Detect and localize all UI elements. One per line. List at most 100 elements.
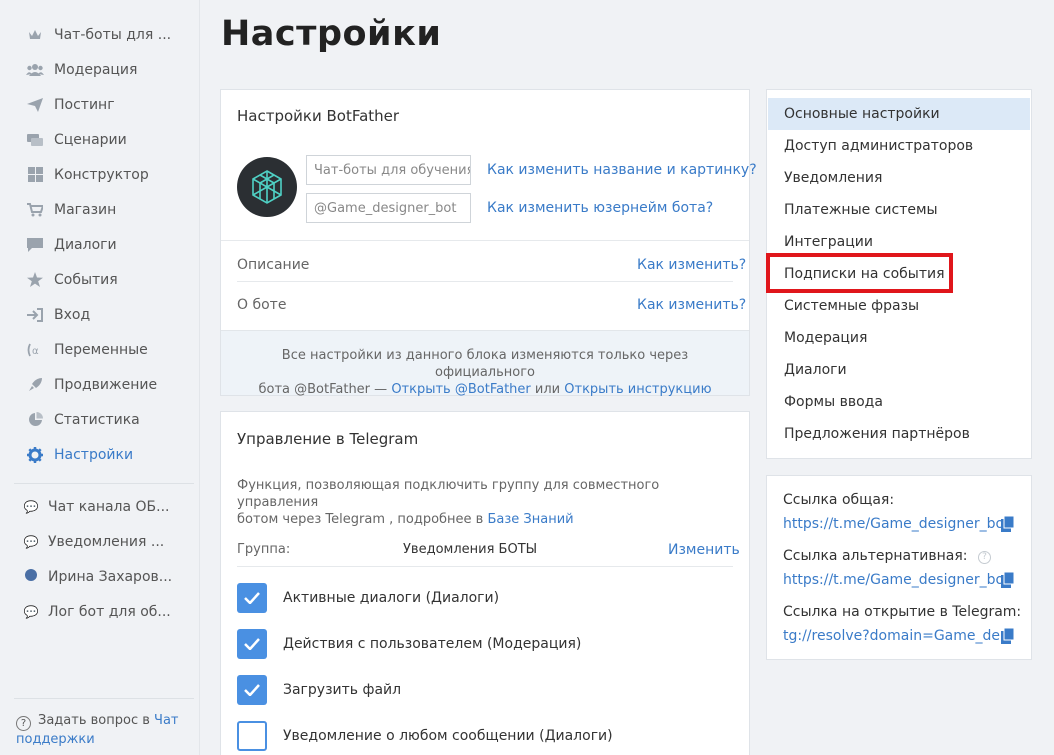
copy-icon[interactable] <box>1001 572 1015 588</box>
telegram-link-url[interactable]: tg://resolve?domain=Game_de... <box>783 628 1013 644</box>
group-label: Группа: <box>237 542 291 557</box>
description-change-link[interactable]: Как изменить? <box>637 257 746 273</box>
sidebar-item-events[interactable]: События <box>0 262 199 297</box>
crown-icon <box>25 26 45 44</box>
sidebar-item-label: Чат-боты для ... <box>54 26 172 43</box>
checkbox-label: Уведомление о любом сообщении (Диалоги) <box>283 728 613 744</box>
change-name-link[interactable]: Как изменить название и картинку? <box>487 162 757 178</box>
sidebar-chat-item[interactable]: Ирина Захаров... <box>0 559 199 594</box>
menu-item-partner-offers[interactable]: Предложения партнёров <box>768 418 1030 450</box>
sidebar-chat-item[interactable]: 💬 Уведомления ... <box>0 524 199 559</box>
description-label: Описание <box>237 257 310 273</box>
checkbox-active-dialogs[interactable]: Активные диалоги (Диалоги) <box>237 583 499 613</box>
checkbox-label: Загрузить файл <box>283 682 402 698</box>
menu-item-notifications[interactable]: Уведомления <box>768 162 1030 194</box>
grid-icon <box>25 166 45 184</box>
help-circle-icon[interactable]: ? <box>977 550 991 564</box>
sidebar-item-constructor[interactable]: Конструктор <box>0 157 199 192</box>
knowledge-base-link[interactable]: Базе Знаний <box>487 512 573 527</box>
note-text: бота @BotFather — <box>258 382 388 397</box>
chat-bubble-icon <box>25 236 45 254</box>
alt-link-url[interactable]: https://t.me/Game_designer_bot <box>783 572 1010 588</box>
sidebar-item-variables[interactable]: α Переменные <box>0 332 199 367</box>
alt-link-label: Ссылка альтернативная: ? <box>783 548 991 564</box>
group-value: Уведомления БОТЫ <box>403 542 538 557</box>
note-line-2: бота @BotFather — Открыть @BotFather или… <box>235 381 735 398</box>
sidebar-divider <box>14 483 194 484</box>
sidebar-item-bots[interactable]: Чат-боты для ... <box>0 17 199 52</box>
change-username-link[interactable]: Как изменить юзернейм бота? <box>487 200 713 216</box>
highlight-box <box>766 253 953 293</box>
help-text: Задать вопрос в <box>38 713 150 728</box>
sidebar-chat-item[interactable]: 💬 Чат канала ОБ... <box>0 489 199 524</box>
bot-avatar <box>237 157 297 217</box>
general-link-url[interactable]: https://t.me/Game_designer_bot <box>783 516 1010 532</box>
divider <box>221 240 749 241</box>
sidebar-item-dialogs[interactable]: Диалоги <box>0 227 199 262</box>
pie-chart-icon <box>25 411 45 429</box>
variable-icon: α <box>25 341 45 359</box>
sidebar-item-settings[interactable]: Настройки <box>0 437 199 472</box>
sidebar-item-scenarios[interactable]: Сценарии <box>0 122 199 157</box>
copy-icon[interactable] <box>1001 516 1015 532</box>
checkmark-icon <box>244 592 260 604</box>
bot-username-input[interactable]: @Game_designer_bot <box>306 193 471 223</box>
sidebar-item-moderation[interactable]: Модерация <box>0 52 199 87</box>
bot-name-input[interactable]: Чат-боты для обучения <box>306 155 471 185</box>
menu-item-input-forms[interactable]: Формы ввода <box>768 386 1030 418</box>
sidebar-item-label: Продвижение <box>54 376 158 393</box>
users-icon <box>25 61 45 79</box>
checkbox-checked[interactable] <box>237 629 267 659</box>
help-section: ? Задать вопрос в Чат поддержки <box>16 712 191 748</box>
menu-item-moderation[interactable]: Модерация <box>768 322 1030 354</box>
about-change-link[interactable]: Как изменить? <box>637 297 746 313</box>
note-line-1: Все настройки из данного блока изменяютс… <box>281 348 689 380</box>
checkbox-upload-file[interactable]: Загрузить файл <box>237 675 401 705</box>
telegram-desc-line-1: Функция, позволяющая подключить группу д… <box>237 478 660 510</box>
sidebar-chat-label: Лог бот для об... <box>48 603 171 620</box>
bot-links-card: Ссылка общая: https://t.me/Game_designer… <box>766 475 1032 660</box>
sidebar-item-promotion[interactable]: Продвижение <box>0 367 199 402</box>
menu-item-general[interactable]: Основные настройки <box>768 98 1030 130</box>
sidebar-item-label: Магазин <box>54 201 117 218</box>
checkbox-label: Действия с пользователем (Модерация) <box>283 636 582 652</box>
open-botfather-link[interactable]: Открыть @BotFather <box>391 382 530 397</box>
menu-item-dialogs[interactable]: Диалоги <box>768 354 1030 386</box>
cart-icon <box>25 201 45 219</box>
sidebar-item-shop[interactable]: Магазин <box>0 192 199 227</box>
telegram-link-label: Ссылка на открытие в Telegram: <box>783 604 1022 620</box>
sidebar-chat-item[interactable]: 💬 Лог бот для об... <box>0 594 199 629</box>
chat-dots-icon: 💬 <box>23 534 39 549</box>
sidebar-item-label: Диалоги <box>54 236 117 253</box>
sidebar-item-label: Статистика <box>54 411 140 428</box>
sidebar-chat-label: Чат канала ОБ... <box>48 498 170 515</box>
menu-item-system-phrases[interactable]: Системные фразы <box>768 290 1030 322</box>
chat-dots-icon: 💬 <box>23 604 39 619</box>
telegram-description: Функция, позволяющая подключить группу д… <box>237 477 737 528</box>
checkbox-checked[interactable] <box>237 583 267 613</box>
menu-item-admin-access[interactable]: Доступ администраторов <box>768 130 1030 162</box>
telegram-desc-text: ботом через Telegram , подробнее в <box>237 512 484 527</box>
chat-dots-icon: 💬 <box>23 499 39 514</box>
menu-item-payments[interactable]: Платежные системы <box>768 194 1030 226</box>
sidebar-item-statistics[interactable]: Статистика <box>0 402 199 437</box>
about-label: О боте <box>237 297 287 313</box>
checkbox-checked[interactable] <box>237 675 267 705</box>
checkbox-unchecked[interactable] <box>237 721 267 751</box>
change-group-link[interactable]: Изменить <box>668 542 740 558</box>
checkbox-any-message[interactable]: Уведомление о любом сообщении (Диалоги) <box>237 721 613 751</box>
sidebar-item-label: Модерация <box>54 61 138 78</box>
checkbox-user-actions[interactable]: Действия с пользователем (Модерация) <box>237 629 581 659</box>
star-icon <box>25 271 45 289</box>
alt-link-label-text: Ссылка альтернативная: <box>783 548 968 564</box>
sidebar-chat-label: Ирина Захаров... <box>48 568 173 585</box>
sidebar-item-label: Сценарии <box>54 131 127 148</box>
divider <box>237 566 733 567</box>
sidebar-item-posting[interactable]: Постинг <box>0 87 199 122</box>
sidebar-item-login[interactable]: Вход <box>0 297 199 332</box>
open-instruction-link[interactable]: Открыть инструкцию <box>564 382 711 397</box>
sidebar-item-label: Конструктор <box>54 166 149 183</box>
copy-icon[interactable] <box>1001 628 1015 644</box>
sidebar-item-label: Переменные <box>54 341 148 358</box>
telegram-title: Управление в Telegram <box>237 430 419 448</box>
